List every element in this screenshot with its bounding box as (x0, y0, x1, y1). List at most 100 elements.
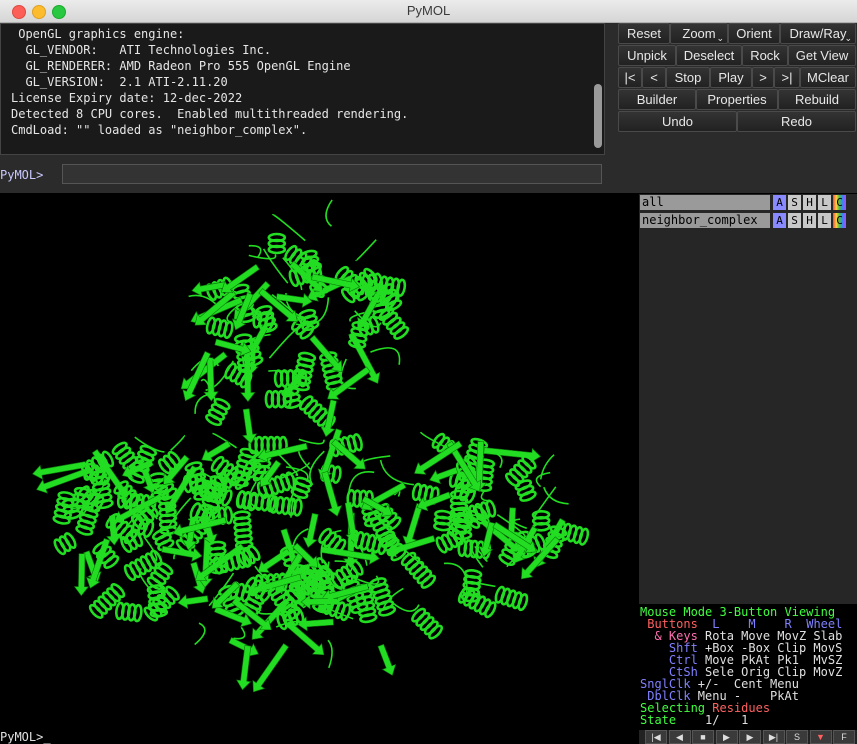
label-menu-button[interactable]: L (818, 195, 831, 210)
down-icon[interactable]: ▼ (809, 730, 832, 744)
beta-strand (177, 594, 209, 610)
draw-ray-button[interactable]: Draw/Ray ⌄ (780, 23, 856, 44)
loop (327, 639, 333, 669)
helix (267, 232, 287, 255)
console-line: GL_RENDERER: AMD Radeon Pro 555 OpenGL E… (11, 59, 351, 73)
loop (532, 486, 557, 519)
deselect-button[interactable]: Deselect (676, 45, 742, 66)
object-name[interactable]: all (640, 195, 770, 210)
color-menu-button[interactable]: C (833, 195, 846, 210)
console-line: OpenGL graphics engine: (11, 27, 185, 41)
action-menu-button[interactable]: A (773, 195, 786, 210)
state-label: State (640, 713, 677, 727)
object-list-panel: all A S H L C neighbor_complex A S H L C (639, 194, 857, 604)
loop (281, 462, 311, 479)
show-menu-button[interactable]: S (788, 195, 801, 210)
beta-strand (377, 643, 397, 676)
beta-strand (429, 466, 459, 485)
console-line: GL_VERSION: 2.1 ATI-2.11.20 (11, 75, 228, 89)
loop (362, 455, 391, 463)
title-bar: PyMOL (0, 0, 857, 23)
prev-frame-button[interactable]: < (642, 67, 666, 88)
orient-button[interactable]: Orient (728, 23, 780, 44)
hide-menu-button[interactable]: H (803, 195, 816, 210)
hide-menu-button[interactable]: H (803, 213, 816, 228)
undo-button[interactable]: Undo (618, 111, 737, 132)
back-icon[interactable]: ◀ (668, 730, 691, 744)
beta-strand (161, 545, 203, 562)
object-name[interactable]: neighbor_complex (640, 213, 770, 228)
loop (539, 454, 555, 480)
loop (134, 436, 165, 453)
command-prompt-label: PyMOL> (0, 168, 44, 182)
helix (411, 607, 444, 640)
console-line: CmdLoad: "" loaded as "neighbor_complex"… (11, 123, 308, 137)
output-console: OpenGL graphics engine: GL_VENDOR: ATI T… (0, 23, 605, 155)
helix (205, 316, 234, 339)
console-text: OpenGL graphics engine: GL_VENDOR: ATI T… (11, 26, 408, 138)
rock-button[interactable]: Rock (742, 45, 788, 66)
mclear-button[interactable]: MClear (800, 67, 856, 88)
builder-button[interactable]: Builder (618, 89, 696, 110)
loop (298, 438, 325, 445)
loop (271, 214, 306, 242)
helix (494, 585, 529, 612)
molecule-viewer[interactable] (0, 194, 638, 732)
loop (392, 602, 420, 612)
console-scrollbar[interactable] (594, 84, 602, 148)
fullscreen-icon[interactable]: F (833, 730, 855, 744)
loop (543, 486, 569, 505)
loop (355, 239, 377, 262)
command-input[interactable] (62, 164, 602, 184)
action-menu-button[interactable]: A (773, 213, 786, 228)
mouse-mode-panel[interactable]: Mouse Mode 3-Button Viewing Buttons L M … (639, 604, 857, 730)
stop-button[interactable]: Stop (666, 67, 710, 88)
protein-chains (32, 199, 590, 693)
loop (194, 622, 206, 646)
state-value: 1/ 1 (705, 713, 749, 727)
console-line: License Expiry date: 12-dec-2022 (11, 91, 243, 105)
helix (433, 509, 453, 532)
label-menu-button[interactable]: L (818, 213, 831, 228)
color-menu-button[interactable]: C (833, 213, 846, 228)
loop (325, 199, 333, 227)
rewind-icon[interactable]: |◀ (645, 730, 667, 744)
redo-button[interactable]: Redo (737, 111, 856, 132)
play-icon[interactable]: ▶ (715, 730, 738, 744)
loop (170, 434, 185, 452)
loop (379, 459, 414, 486)
end-icon[interactable]: ▶| (762, 730, 785, 744)
unpick-button[interactable]: Unpick (618, 45, 676, 66)
viewer-command-prompt[interactable]: PyMOL>_ (0, 731, 638, 744)
loop (268, 329, 297, 359)
reset-button[interactable]: Reset (618, 23, 670, 44)
helix (368, 577, 397, 617)
last-frame-button[interactable]: >| (774, 67, 800, 88)
beta-strand (257, 442, 308, 463)
helix (88, 583, 126, 619)
object-row-all[interactable]: all A S H L C (639, 194, 857, 210)
helix (232, 510, 254, 550)
loop (535, 471, 551, 488)
forward-icon[interactable]: ▶ (739, 730, 761, 744)
object-row-neighbor-complex[interactable]: neighbor_complex A S H L C (639, 212, 857, 228)
stop-icon[interactable]: ■ (692, 730, 714, 744)
next-frame-button[interactable]: > (752, 67, 774, 88)
rebuild-button[interactable]: Rebuild (778, 89, 856, 110)
protein-cartoon (32, 199, 590, 693)
top-panel: OpenGL graphics engine: GL_VENDOR: ATI T… (0, 23, 857, 193)
loop (370, 347, 401, 365)
scene-icon[interactable]: S (786, 730, 808, 744)
movie-controls: |◀ ◀ ■ ▶ ▶ ▶| S ▼ F (639, 730, 857, 744)
properties-button[interactable]: Properties (696, 89, 778, 110)
zoom-button[interactable]: Zoom ⌄ (670, 23, 728, 44)
get-view-button[interactable]: Get View (788, 45, 856, 66)
loop (233, 626, 246, 640)
window-title: PyMOL (406, 3, 451, 18)
console-line: GL_VENDOR: ATI Technologies Inc. (11, 43, 272, 57)
helix (123, 549, 163, 582)
first-frame-button[interactable]: |< (618, 67, 642, 88)
play-button[interactable]: Play (710, 67, 752, 88)
loop (248, 254, 277, 260)
show-menu-button[interactable]: S (788, 213, 801, 228)
